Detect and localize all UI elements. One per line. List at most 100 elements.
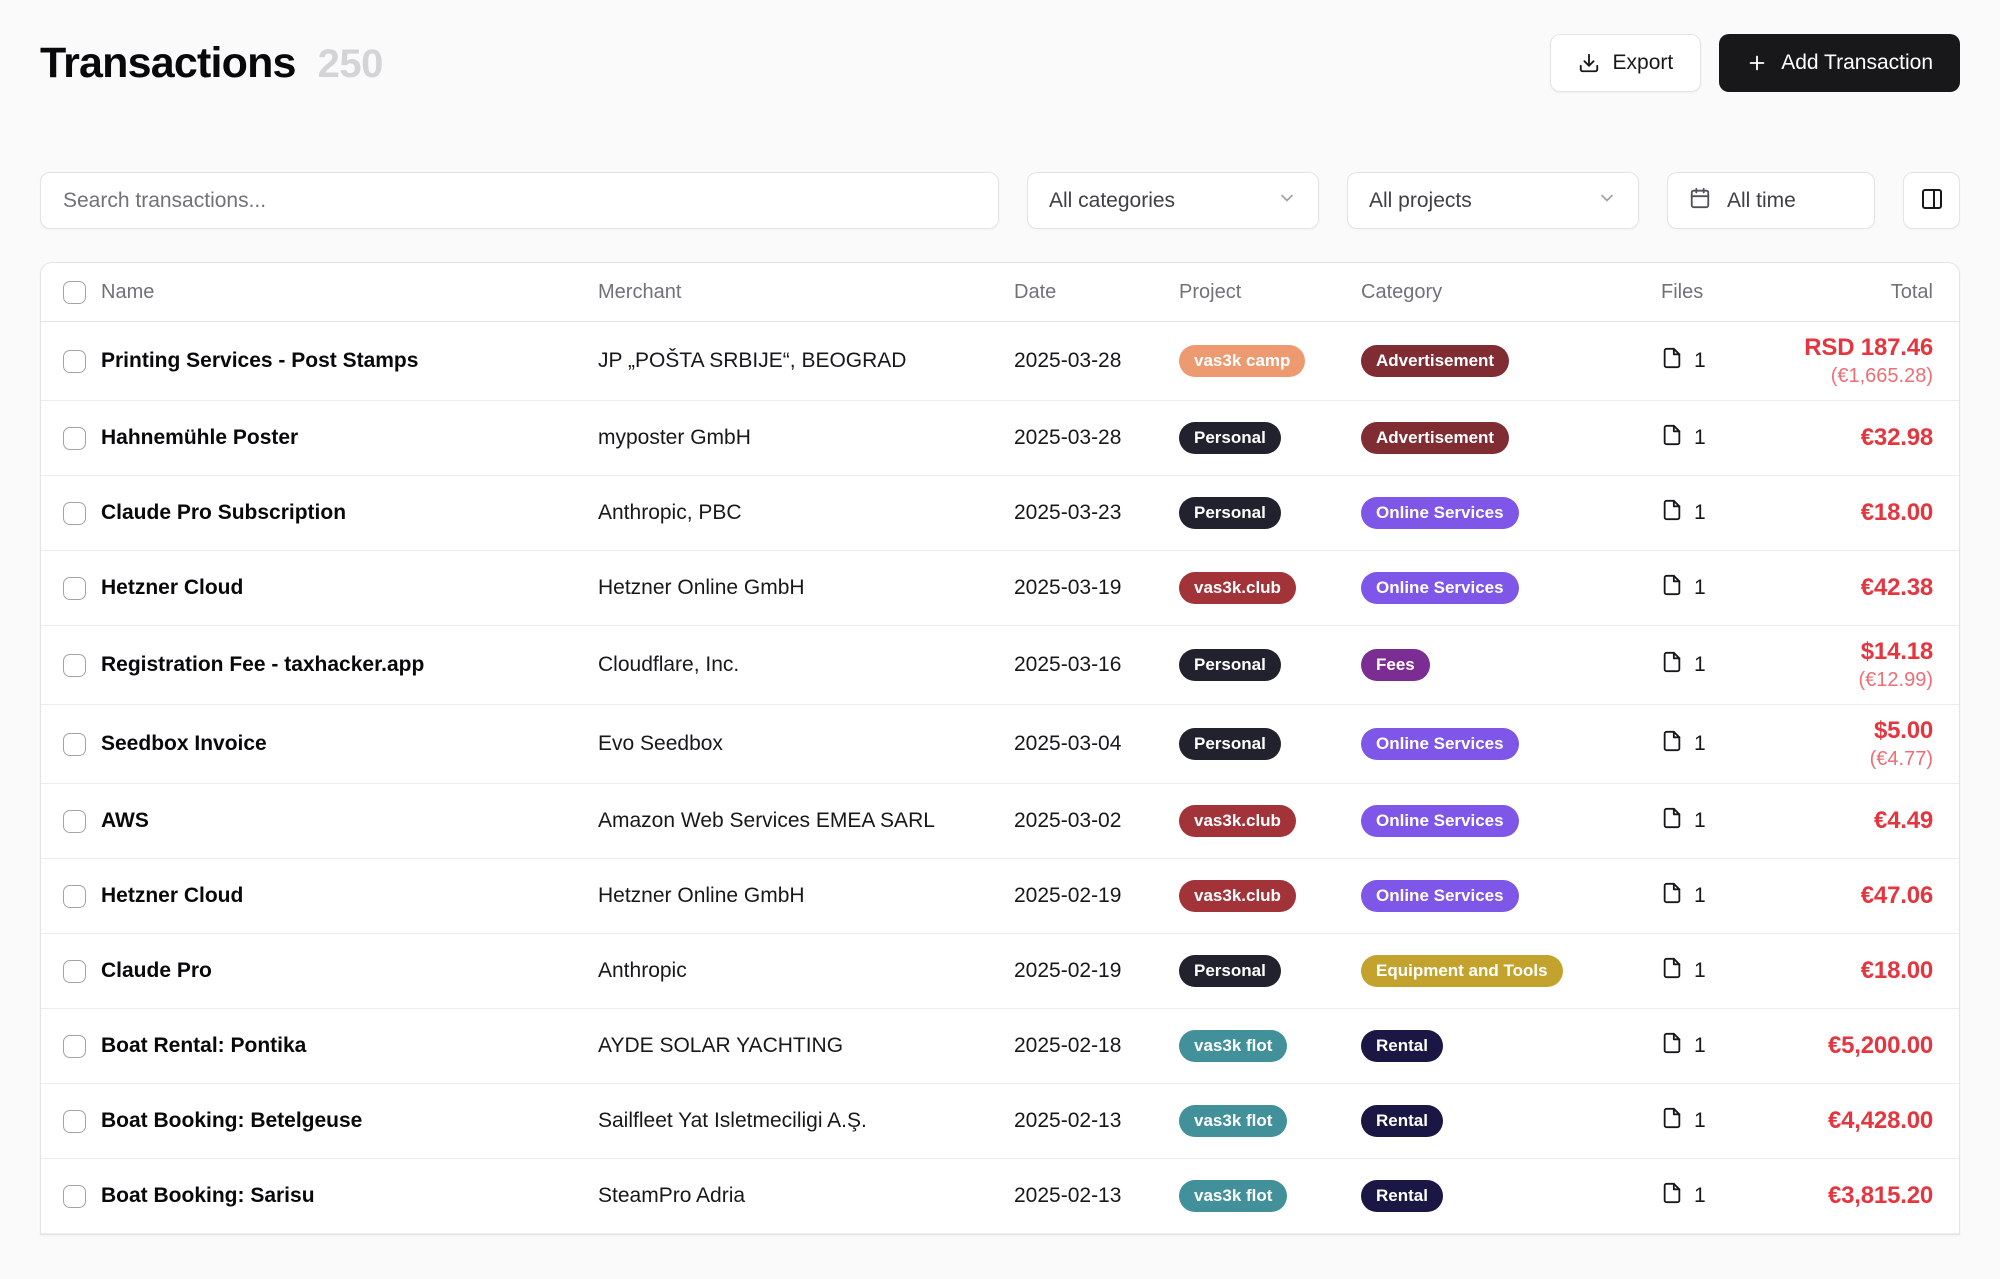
total-cell: €3,815.20 xyxy=(1761,1182,1959,1210)
file-icon xyxy=(1661,651,1683,679)
project-cell: vas3k flot xyxy=(1179,1105,1361,1138)
category-badge[interactable]: Online Services xyxy=(1361,880,1519,913)
row-checkbox[interactable] xyxy=(63,960,86,983)
column-header-name[interactable]: Name xyxy=(101,281,598,304)
project-badge[interactable]: Personal xyxy=(1179,955,1281,988)
row-checkbox[interactable] xyxy=(63,1185,86,1208)
category-badge[interactable]: Advertisement xyxy=(1361,345,1509,378)
row-checkbox[interactable] xyxy=(63,885,86,908)
table-row[interactable]: Hahnemühle Poster myposter GmbH 2025-03-… xyxy=(41,401,1959,476)
row-checkbox[interactable] xyxy=(63,1110,86,1133)
project-badge[interactable]: vas3k flot xyxy=(1179,1030,1287,1063)
category-badge[interactable]: Online Services xyxy=(1361,728,1519,761)
filters-bar: All categories All projects All time xyxy=(40,172,1960,229)
transaction-total: €4.49 xyxy=(1761,807,1933,835)
files-cell: 1 xyxy=(1661,347,1761,375)
project-badge[interactable]: vas3k.club xyxy=(1179,880,1296,913)
table-row[interactable]: Registration Fee - taxhacker.app Cloudfl… xyxy=(41,626,1959,705)
project-badge[interactable]: Personal xyxy=(1179,728,1281,761)
transaction-merchant: Sailfleet Yat Isletmeciligi A.Ş. xyxy=(598,1109,1014,1133)
table-row[interactable]: Printing Services - Post Stamps JP „POŠT… xyxy=(41,322,1959,401)
project-cell: vas3k.club xyxy=(1179,572,1361,605)
category-badge[interactable]: Fees xyxy=(1361,649,1430,682)
project-badge[interactable]: vas3k flot xyxy=(1179,1105,1287,1138)
row-checkbox-cell xyxy=(41,1035,101,1058)
column-header-total[interactable]: Total xyxy=(1761,281,1959,304)
row-checkbox-cell xyxy=(41,350,101,373)
category-badge[interactable]: Rental xyxy=(1361,1180,1443,1213)
table-row[interactable]: Hetzner Cloud Hetzner Online GmbH 2025-0… xyxy=(41,551,1959,626)
total-cell: €18.00 xyxy=(1761,957,1959,985)
category-badge[interactable]: Online Services xyxy=(1361,572,1519,605)
date-range-filter[interactable]: All time xyxy=(1667,172,1875,229)
project-badge[interactable]: Personal xyxy=(1179,497,1281,530)
table-row[interactable]: Boat Booking: Sarisu SteamPro Adria 2025… xyxy=(41,1159,1959,1234)
file-icon xyxy=(1661,1032,1683,1060)
files-cell: 1 xyxy=(1661,882,1761,910)
categories-filter[interactable]: All categories xyxy=(1027,172,1319,229)
transaction-total-converted: (€4.77) xyxy=(1761,748,1933,771)
category-cell: Online Services xyxy=(1361,805,1661,838)
row-checkbox[interactable] xyxy=(63,427,86,450)
export-button[interactable]: Export xyxy=(1550,34,1702,92)
project-badge[interactable]: Personal xyxy=(1179,422,1281,455)
file-icon xyxy=(1661,424,1683,452)
table-row[interactable]: Claude Pro Subscription Anthropic, PBC 2… xyxy=(41,476,1959,551)
add-transaction-button[interactable]: Add Transaction xyxy=(1719,34,1960,92)
project-cell: vas3k flot xyxy=(1179,1180,1361,1213)
transaction-name: Seedbox Invoice xyxy=(101,732,598,756)
file-icon xyxy=(1661,1107,1683,1135)
table-row[interactable]: AWS Amazon Web Services EMEA SARL 2025-0… xyxy=(41,784,1959,859)
table-row[interactable]: Hetzner Cloud Hetzner Online GmbH 2025-0… xyxy=(41,859,1959,934)
project-badge[interactable]: vas3k.club xyxy=(1179,572,1296,605)
title-group: Transactions 250 xyxy=(40,39,383,88)
table-row[interactable]: Boat Rental: Pontika AYDE SOLAR YACHTING… xyxy=(41,1009,1959,1084)
files-count: 1 xyxy=(1694,501,1706,525)
files-count: 1 xyxy=(1694,576,1706,600)
category-badge[interactable]: Online Services xyxy=(1361,805,1519,838)
table-row[interactable]: Boat Booking: Betelgeuse Sailfleet Yat I… xyxy=(41,1084,1959,1159)
row-checkbox[interactable] xyxy=(63,577,86,600)
category-badge[interactable]: Rental xyxy=(1361,1030,1443,1063)
category-cell: Fees xyxy=(1361,649,1661,682)
page-title: Transactions xyxy=(40,39,296,88)
category-badge[interactable]: Advertisement xyxy=(1361,422,1509,455)
project-cell: Personal xyxy=(1179,497,1361,530)
column-header-category[interactable]: Category xyxy=(1361,281,1661,304)
columns-toggle-button[interactable] xyxy=(1903,172,1960,229)
transaction-name: Claude Pro xyxy=(101,959,598,983)
total-cell: €5,200.00 xyxy=(1761,1032,1959,1060)
row-checkbox-cell xyxy=(41,577,101,600)
project-badge[interactable]: vas3k.club xyxy=(1179,805,1296,838)
category-cell: Advertisement xyxy=(1361,345,1661,378)
column-header-merchant[interactable]: Merchant xyxy=(598,281,1014,304)
row-checkbox[interactable] xyxy=(63,810,86,833)
transaction-merchant: Hetzner Online GmbH xyxy=(598,884,1014,908)
project-cell: vas3k.club xyxy=(1179,880,1361,913)
row-checkbox[interactable] xyxy=(63,1035,86,1058)
category-badge[interactable]: Online Services xyxy=(1361,497,1519,530)
category-badge[interactable]: Rental xyxy=(1361,1105,1443,1138)
project-badge[interactable]: Personal xyxy=(1179,649,1281,682)
top-bar: Transactions 250 Export Add Transaction xyxy=(40,30,1960,96)
search-input[interactable] xyxy=(40,172,999,229)
category-cell: Online Services xyxy=(1361,497,1661,530)
table-row[interactable]: Seedbox Invoice Evo Seedbox 2025-03-04 P… xyxy=(41,705,1959,784)
row-checkbox[interactable] xyxy=(63,502,86,525)
column-header-project[interactable]: Project xyxy=(1179,281,1361,304)
row-checkbox[interactable] xyxy=(63,654,86,677)
category-badge[interactable]: Equipment and Tools xyxy=(1361,955,1563,988)
column-header-files[interactable]: Files xyxy=(1661,281,1761,304)
column-header-date[interactable]: Date xyxy=(1014,281,1179,304)
files-count: 1 xyxy=(1694,426,1706,450)
row-checkbox[interactable] xyxy=(63,733,86,756)
row-checkbox-cell xyxy=(41,502,101,525)
table-row[interactable]: Claude Pro Anthropic 2025-02-19 Personal… xyxy=(41,934,1959,1009)
category-cell: Equipment and Tools xyxy=(1361,955,1661,988)
project-badge[interactable]: vas3k flot xyxy=(1179,1180,1287,1213)
project-badge[interactable]: vas3k camp xyxy=(1179,345,1305,378)
projects-filter-label: All projects xyxy=(1369,189,1472,213)
projects-filter[interactable]: All projects xyxy=(1347,172,1639,229)
select-all-checkbox[interactable] xyxy=(63,281,86,304)
row-checkbox[interactable] xyxy=(63,350,86,373)
